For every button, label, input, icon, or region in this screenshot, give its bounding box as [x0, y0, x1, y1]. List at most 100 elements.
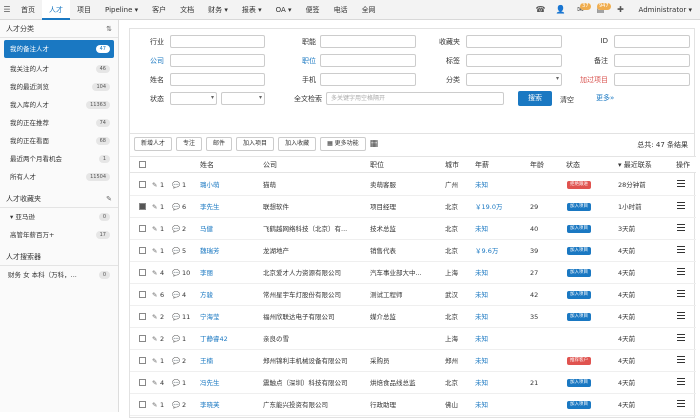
row-menu-icon[interactable] [677, 246, 685, 255]
sidebar-item[interactable]: 我入库的人才 11363 [0, 96, 118, 114]
row-checkbox[interactable] [139, 269, 146, 276]
table-row[interactable]: ✎ 1 💬 2 马健 飞鹤越网络科技（北京）有... 技术总监 北京 未知 40 加入项目 3天前 [130, 218, 696, 240]
nav-item[interactable]: 人才 [42, 0, 70, 20]
remark-input[interactable] [614, 54, 690, 67]
status-tag[interactable]: 加入项目 [567, 291, 591, 299]
candidate-name[interactable]: 宁海莹 [200, 306, 260, 328]
status-tag[interactable]: 加入项目 [567, 379, 591, 387]
sidebar-item[interactable]: 最近两个月看机会 1 [0, 150, 118, 168]
nav-item[interactable]: 全网 [355, 0, 383, 20]
row-menu-icon[interactable] [677, 290, 685, 299]
table-row[interactable]: ✎ 2 💬 1 丁静睿42 亲良の雪 上海 未知 4天前 [130, 328, 696, 350]
toolbar-button[interactable]: 专注 [176, 137, 203, 151]
function-input[interactable] [320, 35, 416, 48]
user-icon[interactable]: 👤 [551, 5, 571, 14]
candidate-name[interactable]: 魏瑞芳 [200, 240, 260, 262]
select-all-checkbox[interactable] [139, 161, 146, 168]
mail-icon[interactable]: ✉ 37 [571, 3, 591, 14]
row-checkbox[interactable] [139, 247, 146, 254]
candidate-name[interactable]: 李晓芙 [200, 394, 260, 416]
fulltext-input[interactable]: 多关键字用空格隔开 [326, 92, 504, 105]
table-row[interactable]: ✎ 1 💬 6 李先生 联想软件 项目经理 北京 ￥19.0万 29 加入项目 1小时前 [130, 196, 696, 218]
row-checkbox[interactable] [139, 313, 146, 320]
row-menu-icon[interactable] [677, 268, 685, 277]
status-tag[interactable]: 拒绝跟进 [567, 181, 591, 189]
add-icon[interactable]: ✚ [611, 5, 631, 14]
status-tag[interactable]: 加入项目 [567, 313, 591, 321]
status-tag[interactable]: 推荐客户 [567, 357, 591, 365]
header-position[interactable]: 职位 [370, 157, 384, 173]
nav-item[interactable]: OA ▾ [269, 0, 299, 20]
candidate-name[interactable]: 璐小萌 [200, 174, 260, 196]
header-name[interactable]: 姓名 [200, 157, 214, 173]
row-menu-icon[interactable] [677, 180, 685, 189]
nav-item[interactable]: 文档 [173, 0, 201, 20]
row-menu-icon[interactable] [677, 312, 685, 321]
menu-icon[interactable]: ☰ [0, 5, 14, 14]
position-input[interactable] [320, 54, 416, 67]
industry-input[interactable] [170, 35, 265, 48]
table-row[interactable]: ✎ 2 💬 11 宁海莹 福州欣联达电子有限公司 媒介总监 北京 未知 35 加入项目 4天前 [130, 306, 696, 328]
row-menu-icon[interactable] [677, 202, 685, 211]
candidate-name[interactable]: 冯先生 [200, 372, 260, 394]
search-button[interactable]: 搜索 [518, 91, 552, 106]
table-row[interactable]: ✎ 4 💬 1 冯先生 震触点（深圳）科技有限公司 烘焙食品线总监 北京 未知 21 加入项目 4天前 [130, 372, 696, 394]
id-input[interactable] [614, 35, 690, 48]
row-checkbox[interactable] [139, 203, 146, 210]
favorite-item[interactable]: 高管年薪百万+ 17 [0, 226, 118, 244]
table-row[interactable]: ✎ 1 💬 1 璐小萌 猫萌 卖萌客服 广州 未知 拒绝跟进 28分钟前 [130, 174, 696, 196]
row-checkbox[interactable] [139, 401, 146, 408]
edit-icon[interactable]: ✎ [106, 190, 112, 208]
row-menu-icon[interactable] [677, 378, 685, 387]
toolbar-button[interactable]: 邮件 [206, 137, 233, 151]
candidate-name[interactable]: 方骏 [200, 284, 260, 306]
sidebar-item[interactable]: 我的备注人才 47 [4, 40, 114, 58]
sidebar-item[interactable]: 我的最近浏览 104 [0, 78, 118, 96]
candidate-name[interactable]: 李丽 [200, 262, 260, 284]
nav-item[interactable]: 财务 ▾ [201, 0, 235, 20]
nav-item[interactable]: Pipeline ▾ [98, 0, 145, 20]
header-last-contact[interactable]: ▾ 最近联系 [618, 157, 652, 173]
sidebar-item[interactable]: 我关注的人才 46 [0, 60, 118, 78]
company-label[interactable]: 公司 [134, 56, 164, 66]
nav-item[interactable]: 客户 [145, 0, 173, 20]
nav-item[interactable]: 项目 [70, 0, 98, 20]
nav-item[interactable]: 电话 [327, 0, 355, 20]
status-select-1[interactable] [170, 92, 217, 105]
category-select[interactable] [466, 73, 562, 86]
status-tag[interactable]: 加入项目 [567, 225, 591, 233]
header-status[interactable]: 状态 [566, 157, 580, 173]
phone-input[interactable] [320, 73, 416, 86]
row-checkbox[interactable] [139, 379, 146, 386]
phone-icon[interactable]: ☎ [531, 5, 551, 14]
candidate-name[interactable]: 李先生 [200, 196, 260, 218]
row-checkbox[interactable] [139, 335, 146, 342]
name-input[interactable] [170, 73, 265, 86]
fav-input[interactable] [466, 35, 562, 48]
row-menu-icon[interactable] [677, 224, 685, 233]
position-label[interactable]: 职位 [286, 56, 316, 66]
candidate-name[interactable]: 王楠 [200, 350, 260, 372]
row-menu-icon[interactable] [677, 356, 685, 365]
status-tag[interactable]: 加入项目 [567, 247, 591, 255]
calendar-icon[interactable]: ▤947 [591, 3, 611, 14]
clear-button[interactable]: 清空 [560, 95, 574, 105]
nav-item[interactable]: 首页 [14, 0, 42, 20]
more-link[interactable]: 更多» [596, 93, 614, 103]
candidate-name[interactable]: 丁静睿42 [200, 328, 260, 350]
row-menu-icon[interactable] [677, 400, 685, 409]
header-city[interactable]: 城市 [445, 157, 459, 173]
row-checkbox[interactable] [139, 181, 146, 188]
table-row[interactable]: ✎ 1 💬 2 李晓芙 广东能兴投资有限公司 行政助理 佛山 未知 加入项目 4天前 [130, 394, 696, 416]
toggle-icon[interactable]: ⇅ [106, 20, 112, 38]
status-select-2[interactable] [221, 92, 265, 105]
toolbar-button[interactable]: 加入项目 [236, 137, 275, 151]
add-project-input[interactable] [614, 73, 690, 86]
table-row[interactable]: ✎ 6 💬 4 方骏 常州星宇车灯股份有限公司 测试工程师 武汉 未知 42 加入项目 4天前 [130, 284, 696, 306]
header-age[interactable]: 年龄 [530, 157, 544, 173]
sidebar-item[interactable]: 我的正在看面 68 [0, 132, 118, 150]
sidebar-item[interactable]: 我的正在推荐 74 [0, 114, 118, 132]
row-checkbox[interactable] [139, 291, 146, 298]
add-project-label[interactable]: 加过项目 [566, 75, 608, 85]
row-checkbox[interactable] [139, 225, 146, 232]
